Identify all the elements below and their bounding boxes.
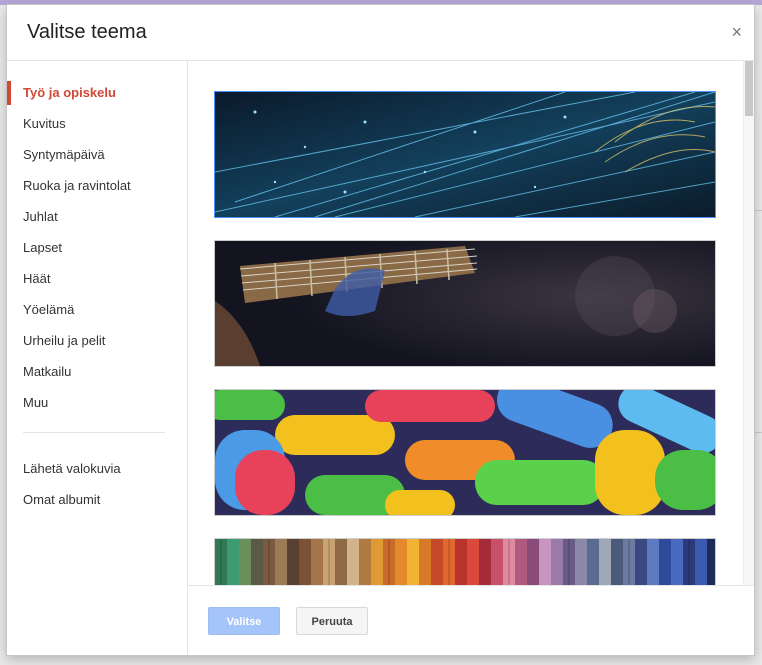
category-sidebar: Työ ja opiskelu Kuvitus Syntymäpäivä Ruo… (7, 61, 188, 655)
sidebar-item-lapset[interactable]: Lapset (7, 232, 187, 263)
theme-gallery (188, 61, 754, 585)
sidebar-item-laheta-valokuvia[interactable]: Lähetä valokuvia (7, 453, 187, 484)
yarn-theme[interactable] (214, 538, 716, 585)
cancel-button[interactable]: Peruuta (296, 607, 368, 635)
dialog-footer: Valitse Peruuta (188, 585, 754, 656)
dialog-title: Valitse teema (27, 21, 147, 43)
sidebar-item-urheilu-ja-pelit[interactable]: Urheilu ja pelit (7, 325, 187, 356)
sidebar-item-matkailu[interactable]: Matkailu (7, 356, 187, 387)
sidebar-item-kuvitus[interactable]: Kuvitus (7, 108, 187, 139)
background-divider (754, 210, 762, 211)
select-button[interactable]: Valitse (208, 607, 280, 635)
dialog-header: Valitse teema × (7, 5, 754, 61)
close-icon[interactable]: × (731, 23, 742, 41)
theme-dialog: Valitse teema × Työ ja opiskelu Kuvitus … (7, 5, 754, 655)
background-divider (754, 432, 762, 433)
gallery-scrollbar[interactable] (743, 61, 754, 585)
sidebar-item-ruoka-ja-ravintolat[interactable]: Ruoka ja ravintolat (7, 170, 187, 201)
sidebar-item-haat[interactable]: Häät (7, 263, 187, 294)
fiber-optic-theme[interactable] (214, 91, 716, 218)
sidebar-item-muu[interactable]: Muu (7, 387, 187, 418)
sidebar-item-juhlat[interactable]: Juhlat (7, 201, 187, 232)
sidebar-divider (23, 432, 165, 433)
sidebar-item-omat-albumit[interactable]: Omat albumit (7, 484, 187, 515)
sidebar-item-syntymapaiva[interactable]: Syntymäpäivä (7, 139, 187, 170)
candy-theme[interactable] (214, 389, 716, 516)
sidebar-item-yoelama[interactable]: Yöelämä (7, 294, 187, 325)
guitar-theme[interactable] (214, 240, 716, 367)
scrollbar-thumb[interactable] (745, 61, 753, 116)
sidebar-item-tyo-ja-opiskelu[interactable]: Työ ja opiskelu (7, 77, 187, 108)
